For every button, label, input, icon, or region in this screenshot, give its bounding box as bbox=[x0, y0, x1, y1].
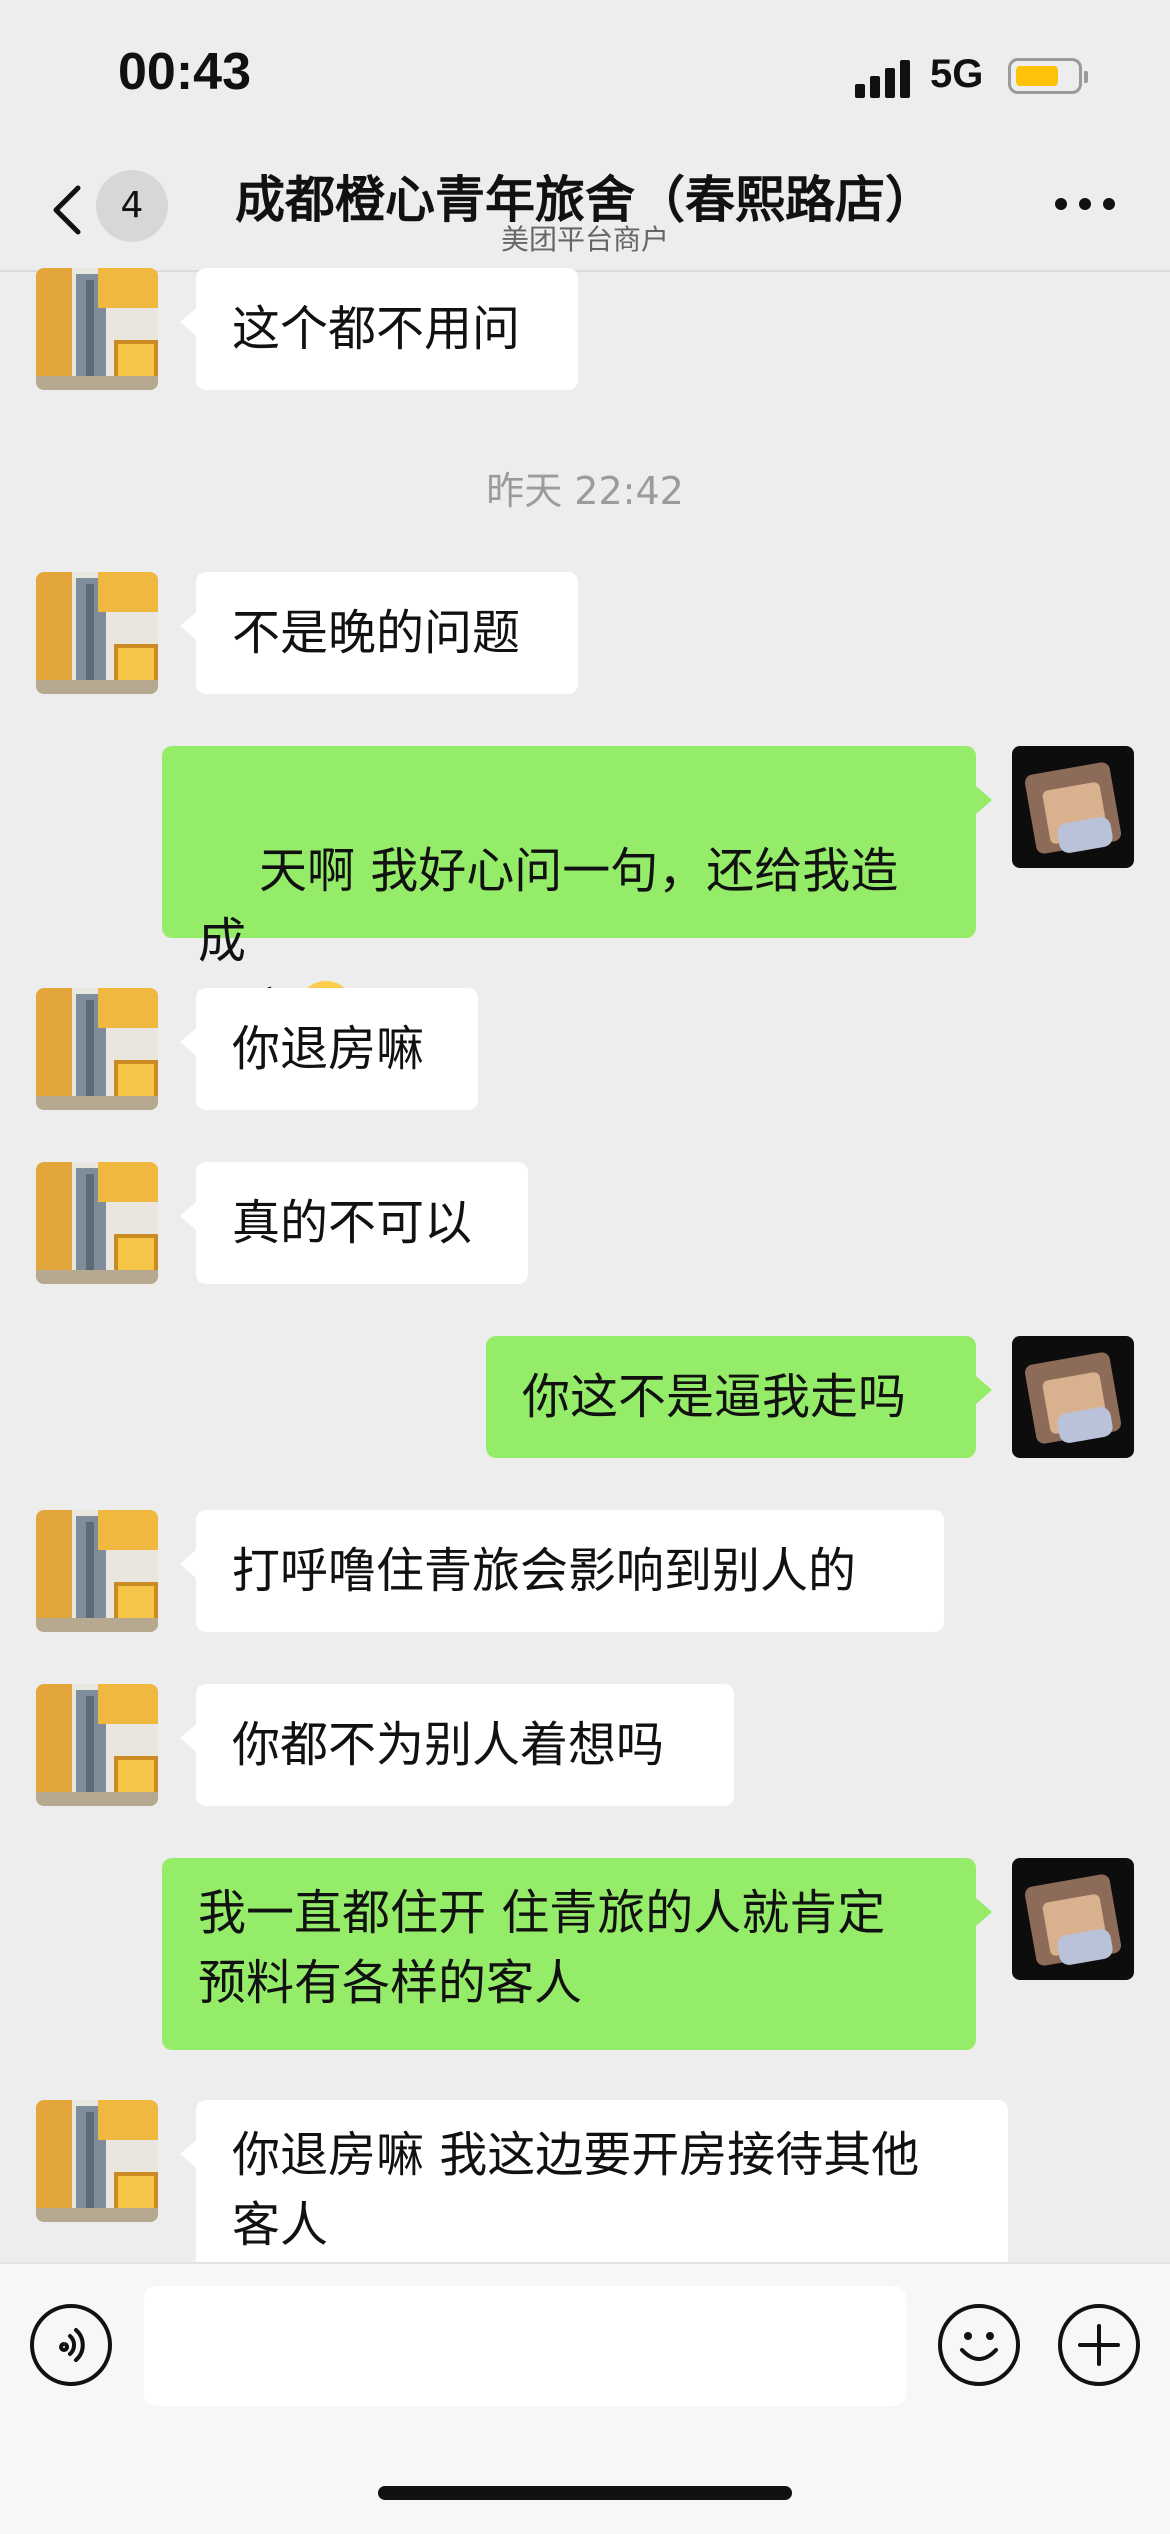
chat-header: 4 成都橙心青年旅舍（春熙路店） 美团平台商户 bbox=[0, 150, 1170, 272]
message-bubble[interactable]: 你退房嘛 bbox=[180, 988, 478, 1110]
user-avatar[interactable] bbox=[1012, 746, 1134, 868]
message-bubble[interactable]: 我一直都住开 住青旅的人就肯定 预料有各样的客人 bbox=[162, 1858, 992, 2050]
network-type: 5G bbox=[930, 52, 984, 96]
emoji-icon[interactable] bbox=[938, 2304, 1020, 2386]
message-bubble[interactable]: 真的不可以 bbox=[180, 1162, 528, 1284]
hotel-avatar[interactable] bbox=[36, 1510, 158, 1632]
signal-icon bbox=[855, 58, 915, 98]
user-avatar[interactable] bbox=[1012, 1858, 1134, 1980]
battery-icon bbox=[1008, 58, 1088, 94]
hotel-avatar[interactable] bbox=[36, 988, 158, 1110]
status-time: 00:43 bbox=[118, 43, 251, 101]
message-bubble[interactable]: 这个都不用问 bbox=[180, 268, 578, 390]
chat-subtitle: 美团平台商户 bbox=[500, 223, 669, 256]
plus-icon[interactable] bbox=[1058, 2304, 1140, 2386]
message-bubble[interactable]: 不是晚的问题 bbox=[180, 572, 578, 694]
more-icon[interactable] bbox=[1055, 198, 1115, 218]
user-avatar[interactable] bbox=[1012, 1336, 1134, 1458]
message-bubble[interactable]: 你这不是逼我走吗 bbox=[486, 1336, 992, 1458]
hotel-avatar[interactable] bbox=[36, 572, 158, 694]
message-input[interactable] bbox=[144, 2286, 906, 2406]
message-bubble[interactable]: 你都不为别人着想吗 bbox=[180, 1684, 734, 1806]
hotel-avatar[interactable] bbox=[36, 268, 158, 390]
message-bubble[interactable]: 天啊 我好心问一句，还给我造成 退房 bbox=[162, 746, 992, 1039]
home-indicator[interactable] bbox=[378, 2486, 792, 2500]
status-bar: 00:43 5G bbox=[0, 0, 1170, 150]
hotel-avatar[interactable] bbox=[36, 2100, 158, 2222]
back-arrow-icon[interactable] bbox=[40, 180, 100, 240]
voice-icon[interactable] bbox=[30, 2304, 112, 2386]
unread-count-badge[interactable]: 4 bbox=[96, 170, 168, 242]
hotel-avatar[interactable] bbox=[36, 1162, 158, 1284]
message-bubble[interactable]: 打呼噜住青旅会影响到别人的 bbox=[180, 1510, 944, 1632]
message-timestamp: 昨天 22:42 bbox=[486, 469, 684, 513]
hotel-avatar[interactable] bbox=[36, 1684, 158, 1806]
